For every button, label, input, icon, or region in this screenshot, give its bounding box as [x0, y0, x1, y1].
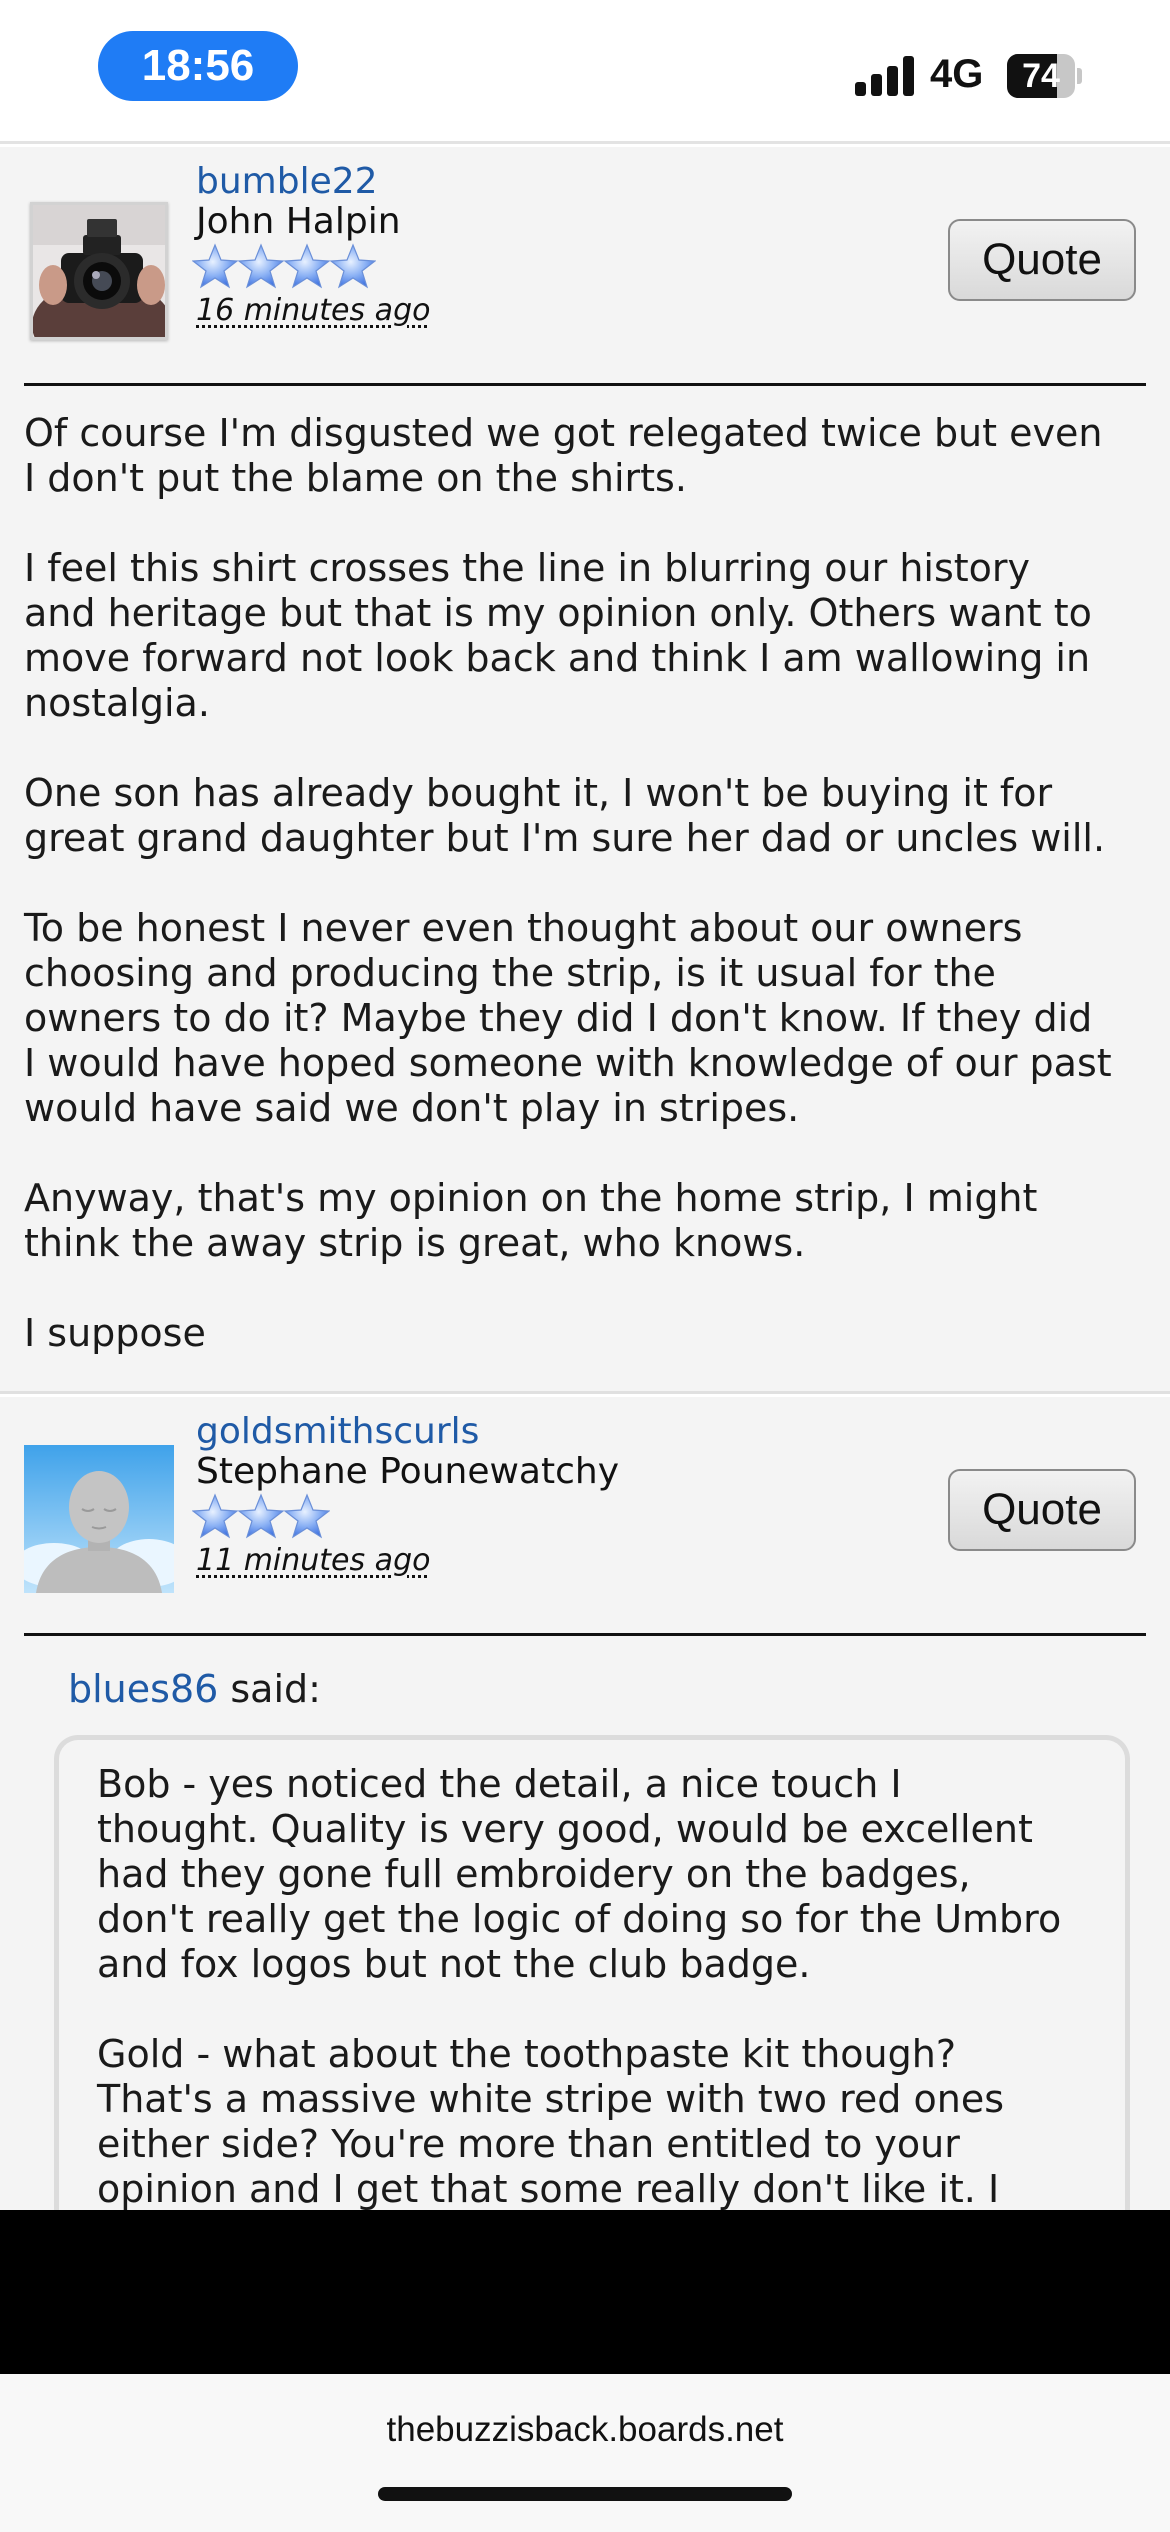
- post-paragraph: One son has already bought it, I won't b…: [24, 771, 1106, 860]
- post-paragraph: Of course I'm disgusted we got relegated…: [24, 411, 1103, 500]
- keyboard-placeholder-area: [0, 2210, 1170, 2374]
- post-divider: [24, 383, 1146, 386]
- post-paragraph: I suppose: [24, 1311, 206, 1355]
- rank-star-icon: [192, 1493, 238, 1539]
- rank-star-icon: [284, 1493, 330, 1539]
- quote-button[interactable]: Quote: [948, 1469, 1136, 1551]
- cellular-signal-icon: [855, 56, 915, 96]
- post-display-name: Stephane Pounewatchy: [196, 1451, 620, 1492]
- status-time: 18:56: [98, 31, 298, 101]
- forum-post: bumble22 John Halpin 16 minutes ago Quot…: [0, 147, 1170, 1394]
- quote-said-label: said:: [218, 1667, 321, 1711]
- post-divider: [24, 1633, 1146, 1636]
- post-body: Of course I'm disgusted we got relegated…: [24, 411, 1156, 1401]
- quote-attribution: blues86 said:: [68, 1667, 321, 1711]
- avatar[interactable]: [24, 1445, 174, 1593]
- rank-star-icon: [192, 243, 238, 289]
- quote-paragraph: Bob - yes noticed the detail, a nice tou…: [97, 1762, 1062, 1986]
- post-timestamp[interactable]: 11 minutes ago: [196, 1543, 430, 1578]
- network-type: 4G: [930, 52, 984, 96]
- rank-star-icon: [238, 1493, 284, 1539]
- quote-body: Bob - yes noticed the detail, a nice tou…: [97, 1762, 1107, 2257]
- status-bar: 18:56 4G 74: [0, 0, 1170, 144]
- post-display-name: John Halpin: [196, 201, 401, 242]
- home-indicator[interactable]: [378, 2487, 792, 2501]
- quoted-username-link[interactable]: blues86: [68, 1667, 218, 1711]
- battery-level: 74: [1022, 57, 1060, 95]
- rank-star-icon: [284, 243, 330, 289]
- rank-stars: [192, 1491, 330, 1547]
- camera-photographer-icon: [33, 205, 165, 337]
- rank-star-icon: [330, 243, 376, 289]
- battery-icon: 74: [1007, 54, 1082, 98]
- post-timestamp[interactable]: 16 minutes ago: [196, 293, 430, 328]
- quote-paragraph: Gold - what about the toothpaste kit tho…: [97, 2032, 1004, 2211]
- avatar[interactable]: [30, 202, 168, 340]
- post-username[interactable]: goldsmithscurls: [196, 1411, 479, 1452]
- url-label[interactable]: thebuzzisback.boards.net: [0, 2410, 1170, 2450]
- default-user-icon: [24, 1445, 174, 1593]
- post-paragraph: To be honest I never even thought about …: [24, 906, 1112, 1130]
- forum-post: goldsmithscurls Stephane Pounewatchy 11 …: [0, 1397, 1170, 2255]
- rank-stars: [192, 241, 376, 297]
- post-username[interactable]: bumble22: [196, 161, 378, 202]
- quote-block: Bob - yes noticed the detail, a nice tou…: [54, 1735, 1130, 2255]
- browser-address-bar[interactable]: thebuzzisback.boards.net: [0, 2374, 1170, 2532]
- post-paragraph: Anyway, that's my opinion on the home st…: [24, 1176, 1038, 1265]
- quote-button[interactable]: Quote: [948, 219, 1136, 301]
- rank-star-icon: [238, 243, 284, 289]
- post-paragraph: I feel this shirt crosses the line in bl…: [24, 546, 1092, 725]
